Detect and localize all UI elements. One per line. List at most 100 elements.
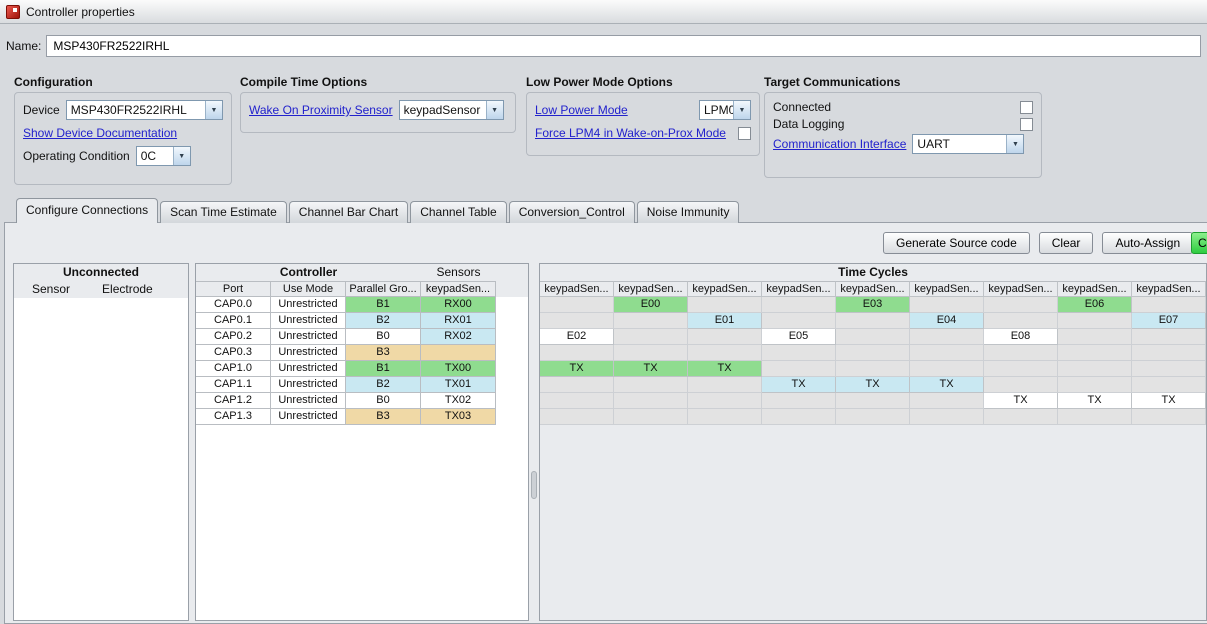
clear-button[interactable]: Clear xyxy=(1038,232,1094,254)
sensor-cell[interactable]: TX02 xyxy=(421,393,496,409)
tab-noise-immunity[interactable]: Noise Immunity xyxy=(636,201,740,223)
time-cycle-cell[interactable] xyxy=(836,393,910,409)
communication-interface-select[interactable]: UART ▼ xyxy=(912,134,1025,154)
show-device-documentation-link[interactable]: Show Device Documentation xyxy=(23,126,177,140)
title-bar[interactable]: Controller properties xyxy=(0,0,1207,24)
wake-on-proximity-sensor-select[interactable]: keypadSensor ▼ xyxy=(398,100,504,120)
time-cycle-cell[interactable]: TX xyxy=(984,393,1058,409)
sensor-cell[interactable] xyxy=(421,345,496,361)
time-cycle-cell[interactable] xyxy=(910,297,984,313)
splitter-handle[interactable] xyxy=(531,471,537,499)
auto-assign-button[interactable]: Auto-Assign xyxy=(1102,232,1194,254)
time-cycle-cell[interactable] xyxy=(540,297,614,313)
tab-channel-table[interactable]: Channel Table xyxy=(410,201,507,223)
time-cycle-cell[interactable]: TX xyxy=(910,377,984,393)
use-mode-cell[interactable]: Unrestricted xyxy=(271,313,346,329)
sensor-cell[interactable]: RX00 xyxy=(421,297,496,313)
tab-scan-time-estimate[interactable]: Scan Time Estimate xyxy=(160,201,287,223)
port-cell[interactable]: CAP0.3 xyxy=(196,345,271,361)
time-cycle-cell[interactable] xyxy=(910,393,984,409)
chevron-down-icon[interactable]: ▼ xyxy=(733,101,750,119)
parallel-group-cell[interactable]: B1 xyxy=(346,361,421,377)
time-cycle-cell[interactable] xyxy=(836,329,910,345)
port-cell[interactable]: CAP1.0 xyxy=(196,361,271,377)
parallel-group-cell[interactable]: B0 xyxy=(346,329,421,345)
tab-conversion-control[interactable]: Conversion_Control xyxy=(508,201,635,223)
time-cycle-cell[interactable] xyxy=(540,377,614,393)
time-cycle-cell[interactable] xyxy=(910,345,984,361)
time-cycle-cell[interactable] xyxy=(910,329,984,345)
time-cycle-cell[interactable] xyxy=(614,377,688,393)
time-cycle-cell[interactable] xyxy=(1132,409,1206,425)
port-cell[interactable]: CAP1.1 xyxy=(196,377,271,393)
time-cycle-cell[interactable]: E08 xyxy=(984,329,1058,345)
sensor-cell[interactable]: TX00 xyxy=(421,361,496,377)
time-cycle-cell[interactable] xyxy=(1132,329,1206,345)
time-cycle-cell[interactable] xyxy=(614,313,688,329)
time-cycle-cell[interactable] xyxy=(910,361,984,377)
parallel-group-cell[interactable]: B2 xyxy=(346,377,421,393)
use-mode-cell[interactable]: Unrestricted xyxy=(271,393,346,409)
time-cycle-cell[interactable]: TX xyxy=(1132,393,1206,409)
use-mode-cell[interactable]: Unrestricted xyxy=(271,361,346,377)
time-cycle-cell[interactable]: TX xyxy=(762,377,836,393)
time-cycle-cell[interactable]: E05 xyxy=(762,329,836,345)
time-cycle-cell[interactable] xyxy=(1058,345,1132,361)
tab-configure-connections[interactable]: Configure Connections xyxy=(16,198,159,223)
unconnected-list[interactable] xyxy=(14,298,188,620)
time-cycle-cell[interactable]: TX xyxy=(1058,393,1132,409)
parallel-group-cell[interactable]: B3 xyxy=(346,409,421,425)
chevron-down-icon[interactable]: ▼ xyxy=(205,101,222,119)
sensor-cell[interactable]: TX03 xyxy=(421,409,496,425)
parallel-group-cell[interactable]: B3 xyxy=(346,345,421,361)
low-power-mode-link[interactable]: Low Power Mode xyxy=(535,103,628,117)
port-cell[interactable]: CAP1.2 xyxy=(196,393,271,409)
time-cycle-cell[interactable] xyxy=(1132,361,1206,377)
time-cycle-cell[interactable] xyxy=(762,409,836,425)
parallel-group-cell[interactable]: B2 xyxy=(346,313,421,329)
port-cell[interactable]: CAP0.0 xyxy=(196,297,271,313)
data-logging-checkbox[interactable] xyxy=(1020,117,1033,131)
time-cycle-cell[interactable] xyxy=(836,361,910,377)
time-cycle-cell[interactable]: TX xyxy=(540,361,614,377)
time-cycle-cell[interactable]: E00 xyxy=(614,297,688,313)
time-cycle-cell[interactable]: TX xyxy=(836,377,910,393)
tab-channel-bar-chart[interactable]: Channel Bar Chart xyxy=(288,201,409,223)
time-cycle-cell[interactable] xyxy=(614,345,688,361)
time-cycle-cell[interactable] xyxy=(984,297,1058,313)
force-lpm4-link[interactable]: Force LPM4 in Wake-on-Prox Mode xyxy=(535,126,726,140)
time-cycle-cell[interactable] xyxy=(910,409,984,425)
use-mode-cell[interactable]: Unrestricted xyxy=(271,345,346,361)
time-cycle-cell[interactable] xyxy=(540,345,614,361)
force-lpm4-checkbox[interactable] xyxy=(738,126,751,140)
wake-on-proximity-sensor-link[interactable]: Wake On Proximity Sensor xyxy=(249,103,393,117)
generate-source-code-button[interactable]: Generate Source code xyxy=(883,232,1030,254)
operating-condition-select[interactable]: 0C ▼ xyxy=(135,146,191,166)
time-cycle-cell[interactable] xyxy=(540,409,614,425)
time-cycle-cell[interactable] xyxy=(984,313,1058,329)
chevron-down-icon[interactable]: ▼ xyxy=(485,101,503,119)
time-cycle-cell[interactable]: E04 xyxy=(910,313,984,329)
time-cycle-cell[interactable] xyxy=(688,377,762,393)
time-cycle-cell[interactable] xyxy=(1132,297,1206,313)
connect-button[interactable]: C xyxy=(1191,232,1207,254)
time-cycle-cell[interactable] xyxy=(540,393,614,409)
connected-checkbox[interactable] xyxy=(1020,100,1033,114)
device-select[interactable]: MSP430FR2522IRHL ▼ xyxy=(65,100,223,120)
time-cycle-cell[interactable] xyxy=(688,393,762,409)
use-mode-cell[interactable]: Unrestricted xyxy=(271,297,346,313)
time-cycle-cell[interactable] xyxy=(1058,361,1132,377)
time-cycle-cell[interactable]: E01 xyxy=(688,313,762,329)
time-cycle-cell[interactable] xyxy=(1058,313,1132,329)
use-mode-cell[interactable]: Unrestricted xyxy=(271,377,346,393)
port-cell[interactable]: CAP0.1 xyxy=(196,313,271,329)
time-cycle-cell[interactable] xyxy=(1058,377,1132,393)
time-cycle-cell[interactable] xyxy=(762,313,836,329)
low-power-mode-select[interactable]: LPM0 ▼ xyxy=(699,100,751,120)
time-cycle-cell[interactable] xyxy=(614,393,688,409)
time-cycle-cell[interactable] xyxy=(614,329,688,345)
parallel-group-cell[interactable]: B1 xyxy=(346,297,421,313)
time-cycle-cell[interactable] xyxy=(762,345,836,361)
time-cycle-cell[interactable] xyxy=(540,313,614,329)
time-cycle-cell[interactable] xyxy=(836,313,910,329)
